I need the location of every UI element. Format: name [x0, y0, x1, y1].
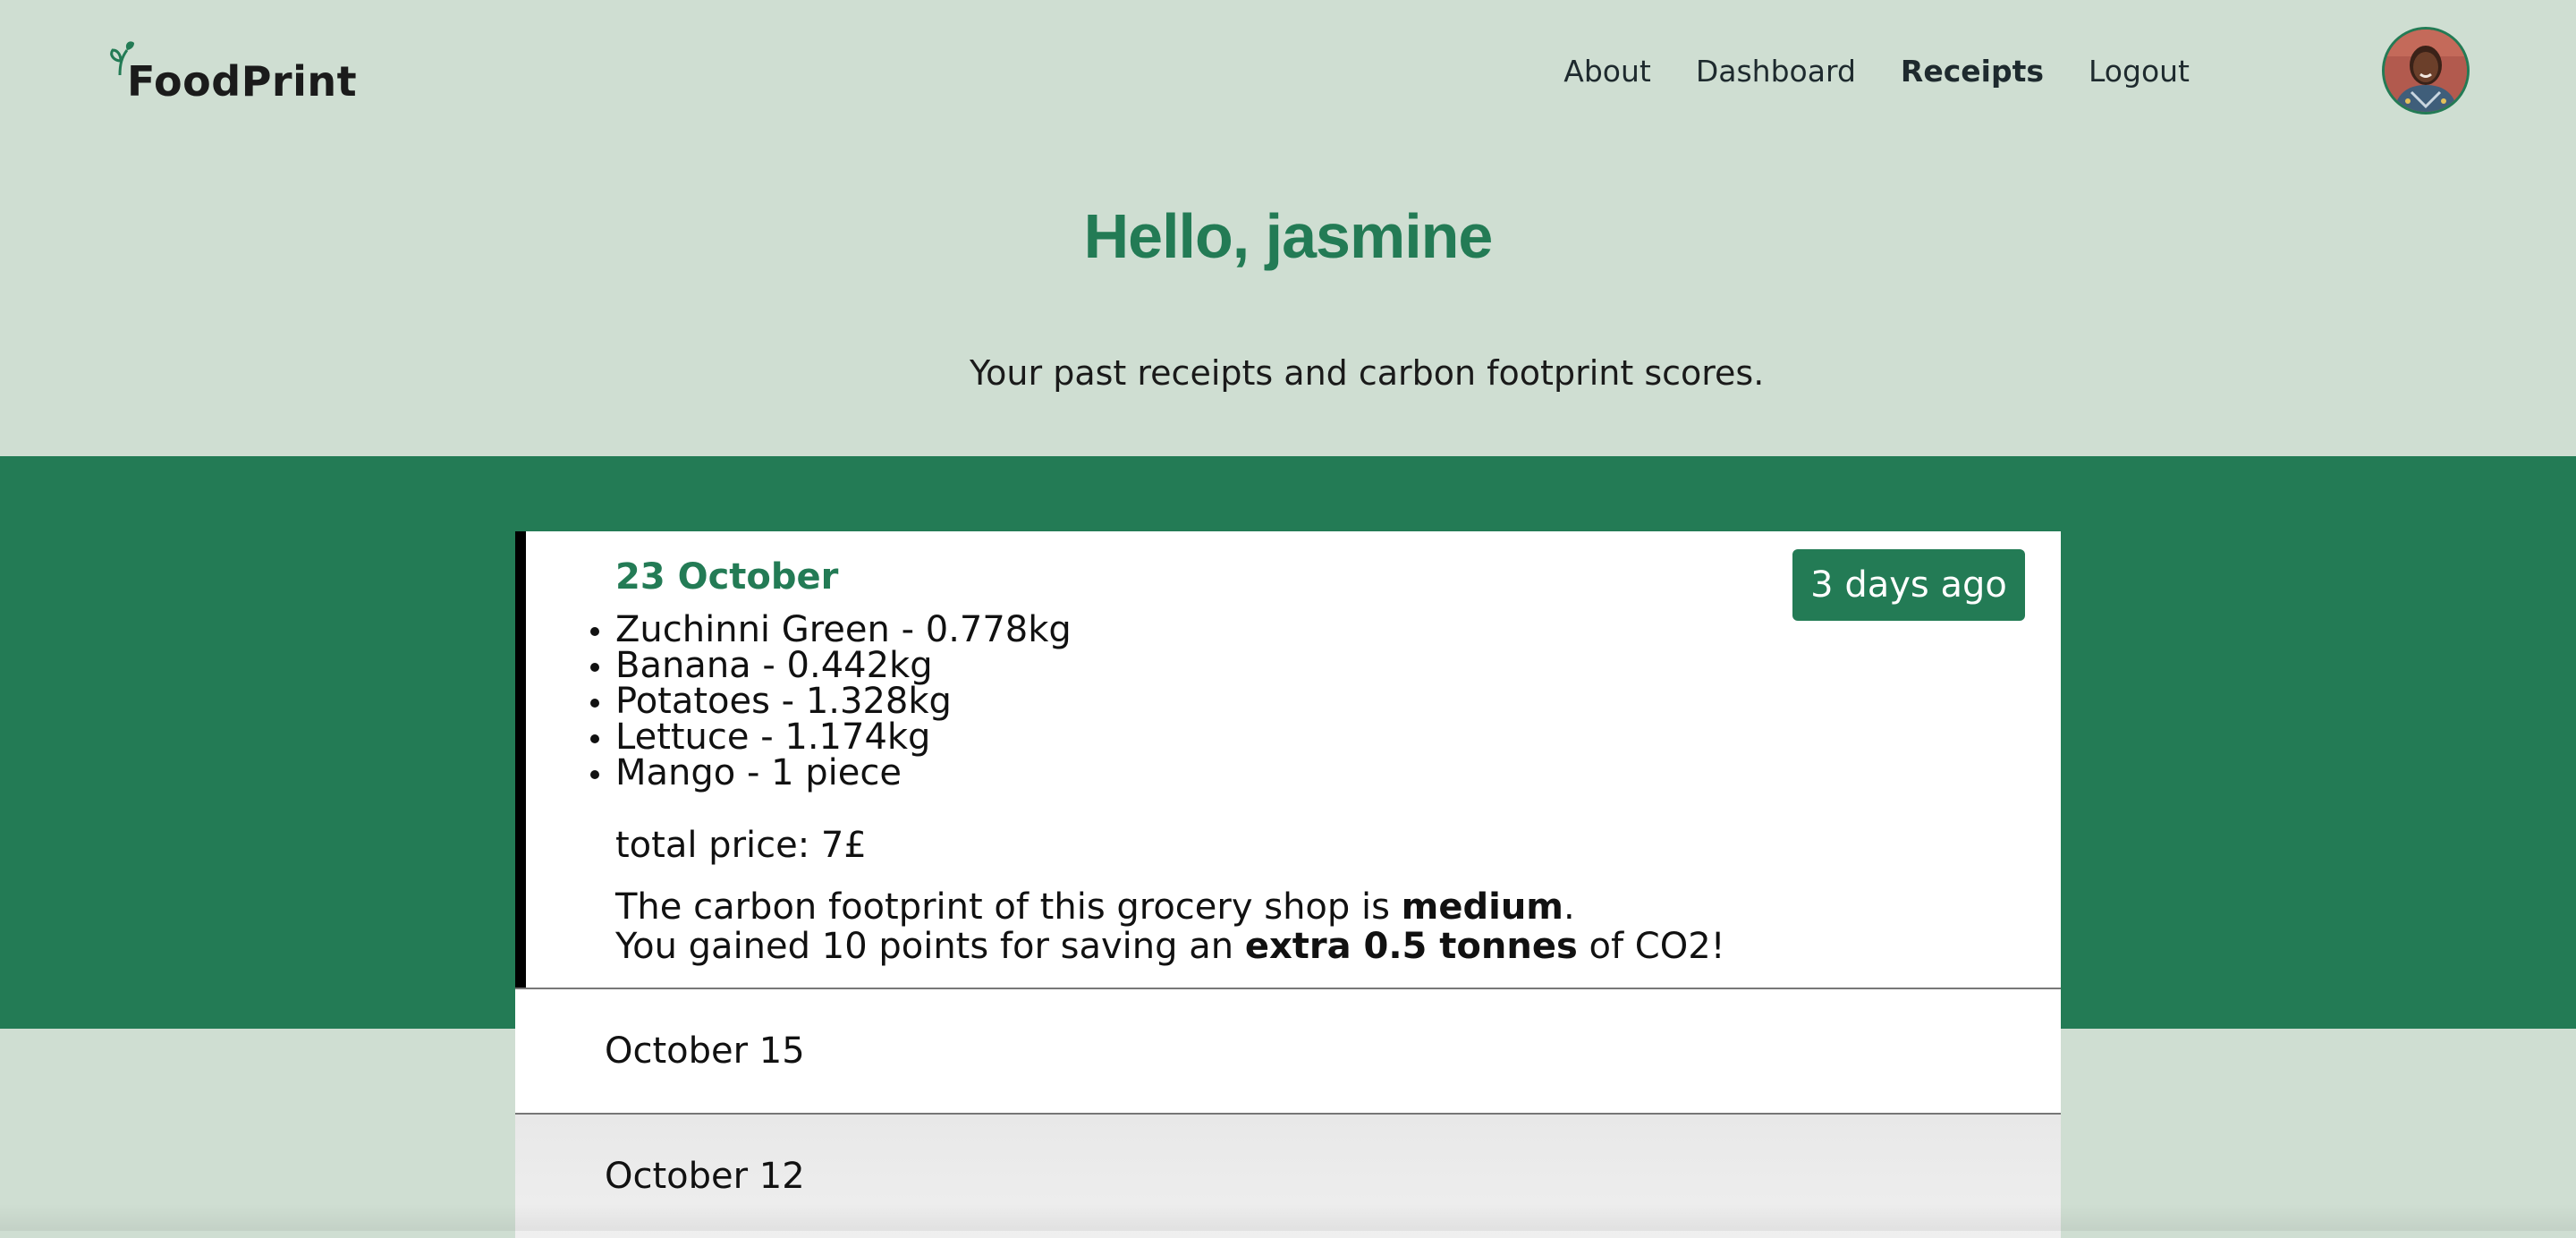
points-line: You gained 10 points for saving an extra… — [615, 927, 1725, 966]
list-item: Lettuce - 1.174kg — [590, 719, 1072, 755]
logo[interactable]: FoodPrint — [107, 39, 357, 102]
footprint-suffix: . — [1563, 886, 1575, 928]
user-avatar-icon — [2385, 30, 2467, 112]
bottom-fade — [0, 1204, 2576, 1231]
nav-dashboard[interactable]: Dashboard — [1696, 52, 1856, 91]
points-prefix: You gained 10 points for saving an — [615, 926, 1245, 967]
footprint-prefix: The carbon footprint of this grocery sho… — [615, 886, 1402, 928]
list-item: Zuchinni Green - 0.778kg — [590, 609, 1072, 650]
receipt-card-expanded[interactable]: 23 October 3 days ago Zuchinni Green - 0… — [515, 531, 2061, 988]
receipt-row-date: October 12 — [605, 1156, 805, 1197]
points-amount: extra 0.5 tonnes — [1244, 926, 1578, 967]
receipt-row[interactable]: October 15 — [515, 988, 2061, 1113]
main-nav: About Dashboard Receipts Logout — [1563, 52, 2190, 91]
list-item: Banana - 0.442kg — [590, 648, 1072, 683]
footprint-level: medium — [1401, 886, 1563, 928]
points-suffix: of CO2! — [1577, 926, 1725, 967]
age-badge: 3 days ago — [1792, 549, 2025, 621]
footprint-summary: The carbon footprint of this grocery sho… — [615, 887, 1725, 966]
user-avatar[interactable] — [2382, 27, 2470, 114]
receipts-list: 23 October 3 days ago Zuchinni Green - 0… — [515, 531, 2061, 1238]
list-item: Mango - 1 piece — [590, 755, 1072, 791]
receipt-items: Zuchinni Green - 0.778kg Banana - 0.442k… — [590, 609, 1072, 791]
list-item: Potatoes - 1.328kg — [590, 683, 1072, 719]
receipt-row-date: October 15 — [605, 1030, 805, 1072]
page-title: Hello, jasmine — [1083, 201, 1494, 271]
total-price: total price: 7£ — [615, 825, 867, 866]
nav-about[interactable]: About — [1563, 52, 1651, 91]
footprint-line: The carbon footprint of this grocery sho… — [615, 887, 1725, 927]
sprout-icon — [110, 41, 134, 75]
brand-name: FoodPrint — [127, 57, 358, 106]
page-subtitle: Your past receipts and carbon footprint … — [970, 353, 1765, 393]
nav-receipts[interactable]: Receipts — [1901, 52, 2044, 91]
receipt-date: 23 October — [615, 556, 839, 598]
nav-logout[interactable]: Logout — [2089, 52, 2190, 91]
